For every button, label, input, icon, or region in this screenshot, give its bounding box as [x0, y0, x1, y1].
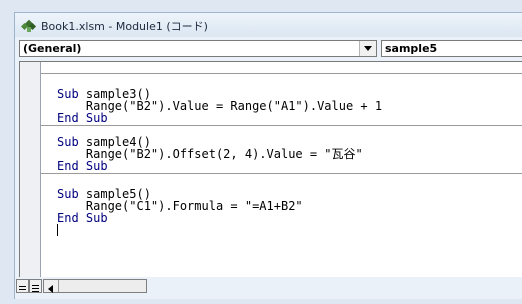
procedure-combo[interactable]: sample5 — [381, 40, 522, 57]
window-title: Book1.xlsm - Module1 (コード) — [41, 20, 208, 33]
scroll-left-button[interactable] — [44, 280, 59, 293]
code-window: Book1.xlsm - Module1 (コード) (General) sam… — [14, 12, 522, 299]
procedure-combo-value: sample5 — [385, 42, 438, 55]
procedure-separator — [41, 73, 522, 74]
code-toolbar: (General) sample5 — [15, 37, 522, 61]
code-line[interactable]: End Sub — [57, 212, 108, 224]
code-pane[interactable]: Sub sample3() Range("B2").Value = Range(… — [19, 61, 522, 278]
object-combo-dropdown[interactable] — [359, 41, 376, 56]
code-line[interactable]: End Sub — [57, 112, 108, 124]
code-editor[interactable]: Sub sample3() Range("B2").Value = Range(… — [41, 62, 522, 278]
chevron-down-icon — [364, 46, 372, 51]
code-line[interactable]: End Sub — [57, 160, 108, 172]
object-combo-value: (General) — [23, 42, 82, 55]
procedure-separator — [41, 125, 522, 126]
procedure-view-icon — [19, 286, 26, 290]
arrow-left-icon — [48, 285, 53, 293]
text-cursor — [57, 224, 58, 236]
bottom-bar — [15, 277, 522, 299]
horizontal-scrollbar[interactable] — [43, 279, 147, 293]
procedure-separator — [41, 173, 522, 174]
vba-module-icon — [20, 17, 37, 33]
full-module-view-icon — [32, 285, 39, 292]
title-bar[interactable]: Book1.xlsm - Module1 (コード) — [15, 13, 522, 37]
object-combo[interactable]: (General) — [19, 40, 377, 57]
margin-indicator-bar[interactable] — [20, 62, 41, 278]
full-module-view-button[interactable] — [29, 279, 42, 293]
procedure-view-button[interactable] — [16, 279, 29, 293]
